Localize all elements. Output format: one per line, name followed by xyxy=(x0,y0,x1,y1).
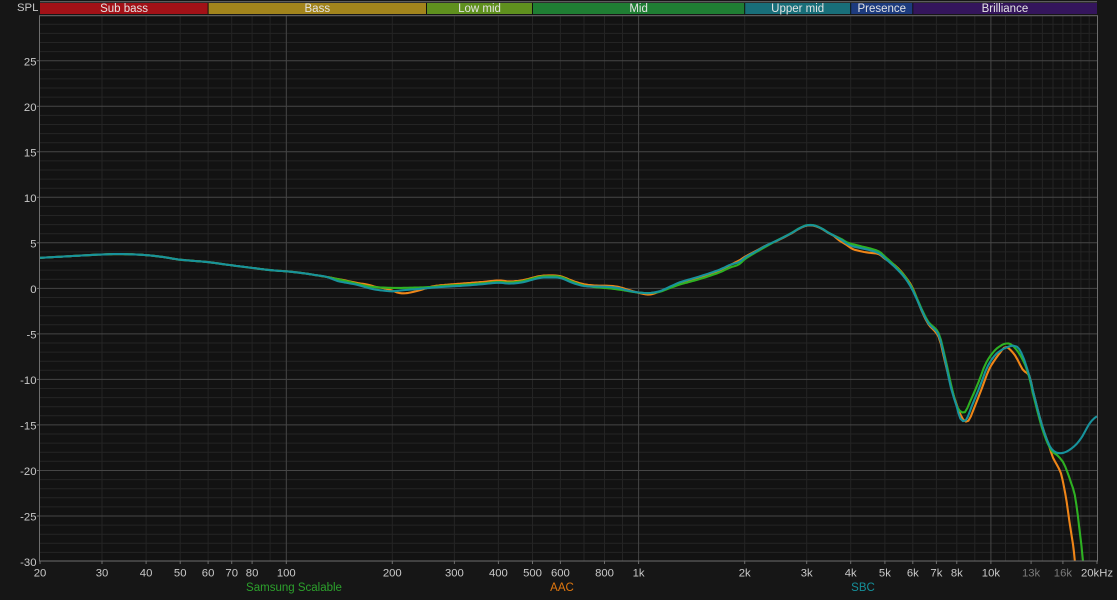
svg-text:5: 5 xyxy=(30,238,36,250)
svg-text:300: 300 xyxy=(445,568,464,580)
svg-text:Sub bass: Sub bass xyxy=(100,3,148,15)
svg-text:13k: 13k xyxy=(1022,568,1041,580)
svg-text:50: 50 xyxy=(174,568,187,580)
svg-text:600: 600 xyxy=(551,568,570,580)
svg-text:7k: 7k xyxy=(930,568,942,580)
svg-text:40: 40 xyxy=(140,568,153,580)
svg-text:Mid: Mid xyxy=(629,3,648,15)
svg-text:1k: 1k xyxy=(633,568,645,580)
svg-text:8k: 8k xyxy=(951,568,963,580)
svg-text:20kHz: 20kHz xyxy=(1081,568,1113,580)
svg-text:-10: -10 xyxy=(20,375,36,387)
svg-text:10k: 10k xyxy=(982,568,1001,580)
svg-text:5k: 5k xyxy=(879,568,891,580)
svg-text:500: 500 xyxy=(523,568,542,580)
svg-text:20: 20 xyxy=(24,102,37,114)
svg-text:AAC: AAC xyxy=(550,582,574,594)
svg-text:15: 15 xyxy=(24,147,37,159)
svg-text:400: 400 xyxy=(489,568,508,580)
svg-text:10: 10 xyxy=(24,193,37,205)
svg-text:20: 20 xyxy=(34,568,47,580)
svg-text:6k: 6k xyxy=(907,568,919,580)
svg-text:-15: -15 xyxy=(20,421,36,433)
svg-text:SBC: SBC xyxy=(851,582,875,594)
svg-text:-25: -25 xyxy=(20,512,36,524)
svg-text:30: 30 xyxy=(96,568,109,580)
svg-text:-5: -5 xyxy=(26,330,36,342)
svg-text:Upper mid: Upper mid xyxy=(771,3,824,15)
svg-text:800: 800 xyxy=(595,568,614,580)
svg-text:200: 200 xyxy=(383,568,402,580)
svg-text:Low mid: Low mid xyxy=(458,3,501,15)
svg-text:Presence: Presence xyxy=(858,3,907,15)
svg-text:100: 100 xyxy=(277,568,296,580)
svg-text:4k: 4k xyxy=(845,568,857,580)
svg-text:60: 60 xyxy=(202,568,215,580)
svg-text:3k: 3k xyxy=(801,568,813,580)
svg-text:Samsung Scalable: Samsung Scalable xyxy=(246,582,342,594)
svg-text:80: 80 xyxy=(246,568,259,580)
svg-text:-20: -20 xyxy=(20,466,36,478)
svg-text:25: 25 xyxy=(24,56,37,68)
svg-text:Brilliance: Brilliance xyxy=(982,3,1029,15)
svg-text:16k: 16k xyxy=(1054,568,1073,580)
svg-text:2k: 2k xyxy=(739,568,751,580)
svg-text:SPL: SPL xyxy=(17,2,38,14)
svg-text:Bass: Bass xyxy=(305,3,331,15)
svg-text:0: 0 xyxy=(30,284,36,296)
svg-text:70: 70 xyxy=(225,568,238,580)
